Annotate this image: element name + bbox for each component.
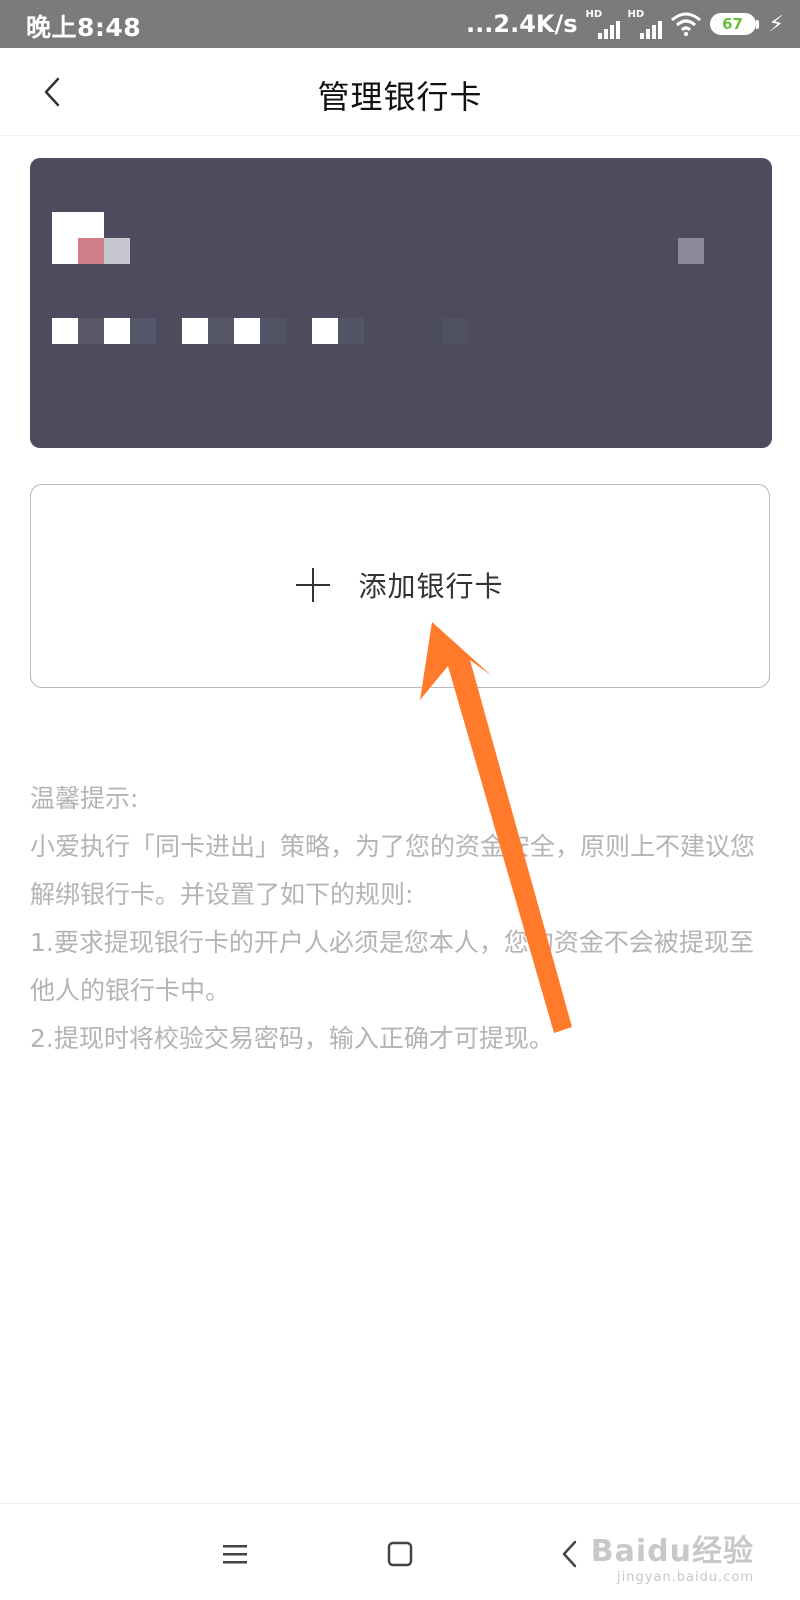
charging-icon: ⚡ <box>768 11 784 37</box>
card-badge <box>678 238 704 264</box>
menu-icon <box>223 1545 247 1564</box>
menu-button[interactable] <box>205 1524 265 1584</box>
tips-section: 温馨提示: 小爱执行「同卡进出」策略，为了您的资金安全，原则上不建议您解绑银行卡… <box>30 775 765 1063</box>
add-bank-card-label: 添加银行卡 <box>358 570 504 603</box>
status-time: 晚上8:48 <box>26 13 142 42</box>
plus-icon <box>296 568 331 602</box>
status-bar: 晚上8:48 ...2.4K/s HD HD 67 ⚡ <box>0 0 800 48</box>
battery-icon: 67 <box>709 13 759 35</box>
page-header: 管理银行卡 <box>0 48 800 136</box>
battery-level: 67 <box>709 13 756 35</box>
signal-icon-2: HD <box>628 9 662 39</box>
tips-line-1: 小爱执行「同卡进出」策略，为了您的资金安全，原则上不建议您解绑银行卡。并设置了如… <box>30 832 756 909</box>
watermark-url: jingyan.baidu.com <box>617 1570 754 1585</box>
tips-heading: 温馨提示: <box>30 784 139 813</box>
wifi-icon <box>670 12 701 37</box>
watermark-brand: Baidu经验 <box>590 1534 754 1569</box>
home-button[interactable] <box>370 1524 430 1584</box>
status-icons: ...2.4K/s HD HD 67 ⚡ <box>466 6 784 42</box>
network-speed: ...2.4K/s <box>466 10 578 38</box>
tips-line-3: 2.提现时将校验交易密码，输入正确才可提现。 <box>30 1024 554 1053</box>
tips-line-2: 1.要求提现银行卡的开户人必须是您本人，您的资金不会被提现至他人的银行卡中。 <box>30 928 754 1005</box>
system-nav-bar: Baidu经验 jingyan.baidu.com <box>0 1503 800 1600</box>
bank-card[interactable] <box>30 158 772 448</box>
chevron-left-icon <box>562 1540 577 1568</box>
square-icon <box>387 1541 413 1567</box>
page-title: 管理银行卡 <box>317 78 483 116</box>
watermark: Baidu经验 jingyan.baidu.com <box>591 1526 754 1585</box>
add-bank-card-button[interactable]: 添加银行卡 <box>30 484 770 688</box>
signal-icon-1: HD <box>586 9 620 39</box>
